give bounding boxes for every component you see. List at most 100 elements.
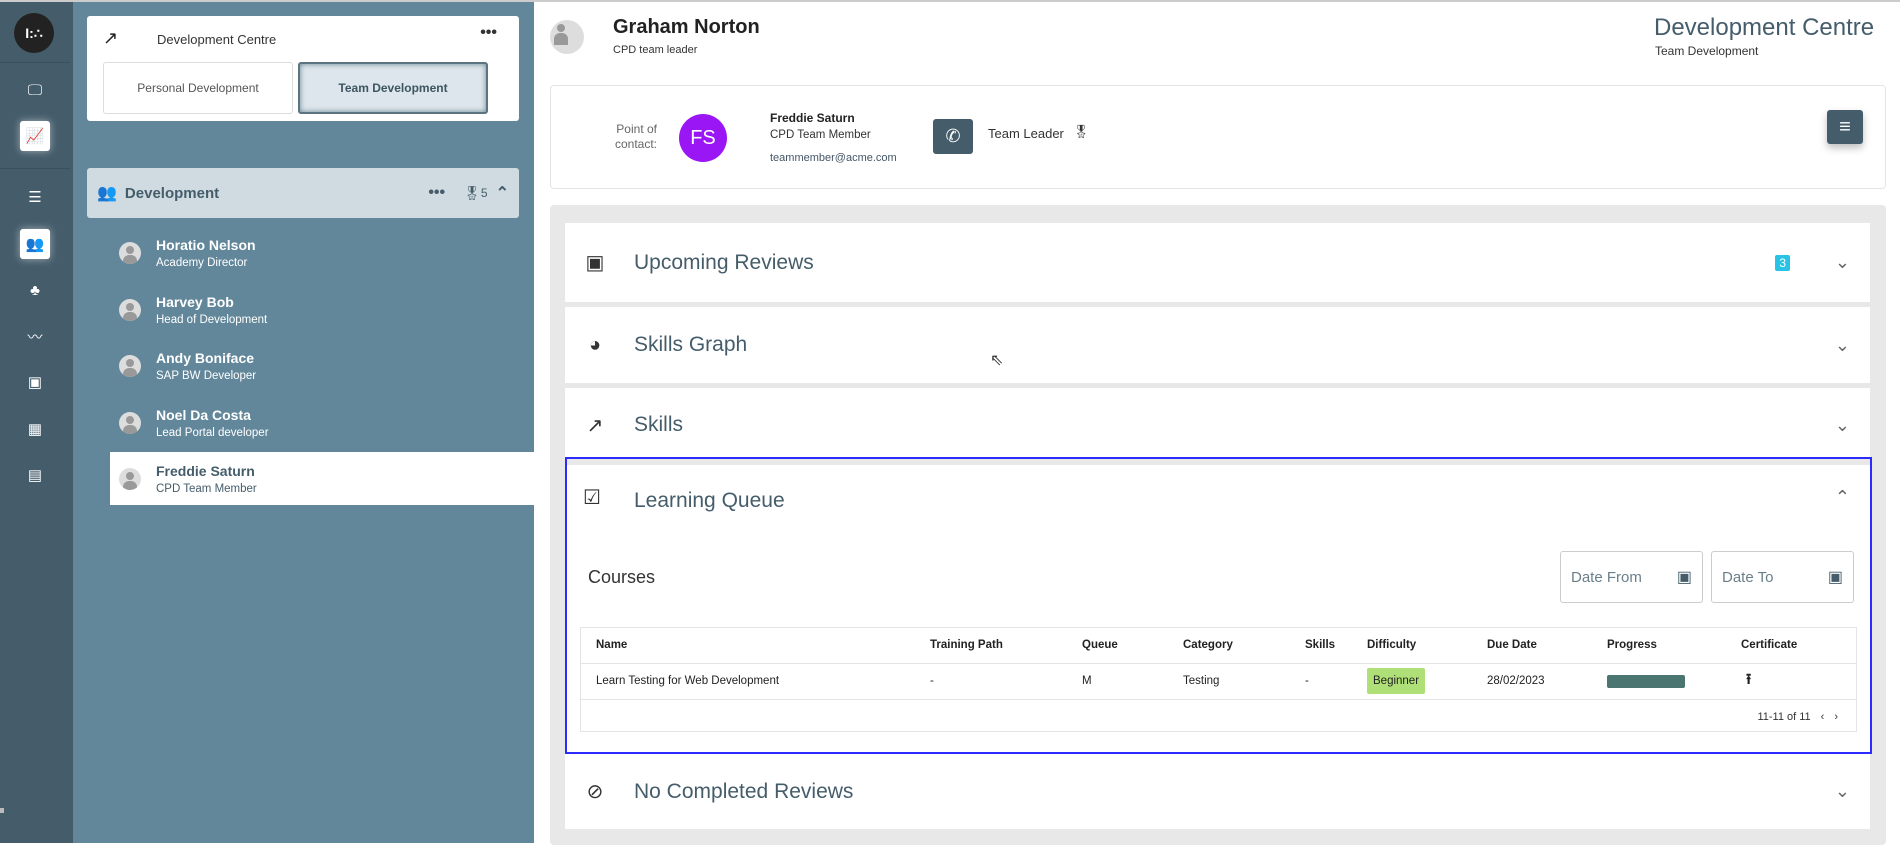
column-header[interactable]: Name bbox=[581, 628, 915, 664]
completed-reviews-panel[interactable]: ⊘ No Completed Reviews ⌄ bbox=[565, 754, 1870, 829]
member-role: Lead Portal developer bbox=[156, 426, 269, 439]
document-icon[interactable]: ▤ bbox=[20, 460, 50, 490]
skills: - bbox=[1290, 663, 1352, 700]
member-name: Freddie Saturn bbox=[156, 462, 255, 479]
column-header[interactable]: Difficulty bbox=[1352, 628, 1472, 664]
column-header[interactable]: Certificate bbox=[1726, 628, 1856, 664]
column-header[interactable]: Category bbox=[1168, 628, 1290, 664]
chevron-down-icon[interactable]: ⌄ bbox=[1835, 415, 1850, 436]
member-name: Harvey Bob bbox=[156, 293, 234, 310]
calendar-icon[interactable]: ▦ bbox=[20, 414, 50, 444]
member-item-selected[interactable]: Freddie Saturn CPD Team Member bbox=[110, 452, 534, 505]
due-date: 28/02/2023 bbox=[1472, 663, 1592, 700]
member-name: Horatio Nelson bbox=[156, 236, 256, 253]
date-from-input[interactable]: Date From ▣ bbox=[1560, 551, 1703, 603]
avatar bbox=[119, 298, 141, 321]
column-header[interactable]: Training Path bbox=[915, 628, 1067, 664]
count-badge: 3 bbox=[1775, 254, 1790, 271]
panel-title: Skills Graph bbox=[634, 333, 748, 356]
calendar-icon[interactable]: ▣ bbox=[1677, 567, 1692, 587]
courses-table: Name Training Path Queue Category Skills… bbox=[580, 627, 1857, 732]
member-role: SAP BW Developer bbox=[156, 369, 257, 382]
group-count: 5 bbox=[480, 186, 488, 200]
skills-panel[interactable]: ↗ Skills ⌄ bbox=[565, 388, 1870, 462]
member-role: Head of Development bbox=[156, 313, 268, 326]
avatar bbox=[119, 411, 141, 434]
table-header-row: Name Training Path Queue Category Skills… bbox=[581, 628, 1856, 664]
pie-chart-icon: ◕ bbox=[588, 333, 602, 356]
member-name: Andy Boniface bbox=[156, 349, 255, 366]
member-item[interactable]: Andy Boniface SAP BW Developer bbox=[110, 339, 534, 392]
chevron-down-icon[interactable]: ⌄ bbox=[1835, 335, 1850, 356]
queue: M bbox=[1067, 663, 1168, 700]
member-item[interactable]: Noel Da Costa Lead Portal developer bbox=[110, 396, 534, 449]
group-name: Development bbox=[124, 184, 220, 202]
progress-fill bbox=[1607, 674, 1685, 688]
chevron-down-icon[interactable]: ⌄ bbox=[1835, 252, 1850, 273]
chevron-up-icon[interactable]: ⌃ bbox=[496, 183, 509, 203]
contact-avatar: FS bbox=[679, 114, 727, 162]
list-icon[interactable]: ☰ bbox=[20, 182, 50, 212]
more-icon[interactable]: ••• bbox=[428, 184, 445, 202]
tab-team-development[interactable]: Team Development bbox=[298, 62, 488, 114]
contact-relation: Team Leader bbox=[988, 126, 1064, 141]
difficulty-badge: Beginner bbox=[1367, 668, 1426, 694]
phone-icon[interactable]: ✆ bbox=[933, 119, 973, 154]
upload-icon[interactable]: ⭱ bbox=[1741, 671, 1751, 688]
chevron-right-icon[interactable]: › bbox=[1834, 711, 1838, 723]
member-role: CPD Team Member bbox=[156, 482, 257, 495]
point-of-contact-card: Point of contact: FS Freddie Saturn CPD … bbox=[550, 85, 1886, 189]
pagination-range: 11-11 of 11 bbox=[1757, 711, 1811, 723]
panel-title: Skills bbox=[634, 413, 684, 436]
org-icon[interactable]: ♣ bbox=[20, 275, 50, 305]
column-header[interactable]: Queue bbox=[1067, 628, 1168, 664]
presentation-icon[interactable]: 🖵 bbox=[20, 75, 50, 105]
chevron-up-icon[interactable]: ⌃ bbox=[1835, 487, 1850, 508]
medal-icon: 🎖 bbox=[1073, 124, 1090, 139]
courses-title: Courses bbox=[588, 567, 656, 587]
user-role: CPD team leader bbox=[613, 44, 698, 56]
column-header[interactable]: Progress bbox=[1592, 628, 1726, 664]
team-icon[interactable]: 👥 bbox=[20, 229, 50, 259]
group-header[interactable]: 👥 Development ••• 🎖 5 ⌃ bbox=[87, 168, 519, 218]
mouse-cursor: ⇖ bbox=[990, 352, 1004, 369]
table-row[interactable]: Learn Testing for Web Development - M Te… bbox=[581, 663, 1856, 700]
app-title: Development Centre bbox=[1654, 14, 1875, 41]
menu-button[interactable]: ≡ bbox=[1827, 110, 1863, 144]
chevron-left-icon[interactable]: ‹ bbox=[1821, 711, 1825, 723]
contact-label: Point of contact: bbox=[614, 122, 657, 151]
date-to-placeholder: Date To bbox=[1722, 568, 1774, 586]
more-icon[interactable]: ••• bbox=[480, 24, 497, 42]
member-item[interactable]: Horatio Nelson Academy Director bbox=[110, 226, 534, 279]
tab-personal-development[interactable]: Personal Development bbox=[103, 62, 293, 114]
column-header[interactable]: Due Date bbox=[1472, 628, 1592, 664]
date-to-input[interactable]: Date To ▣ bbox=[1711, 551, 1854, 603]
app-logo[interactable]: I:∴ bbox=[14, 13, 54, 53]
certificate-cell: ⭱ bbox=[1726, 663, 1856, 700]
chevron-down-icon[interactable]: ⌄ bbox=[1835, 781, 1850, 802]
avatar bbox=[119, 354, 141, 377]
member-item[interactable]: Harvey Bob Head of Development bbox=[110, 283, 534, 336]
training-path: - bbox=[915, 663, 1067, 700]
medal-icon: 🎖 bbox=[463, 184, 481, 201]
app-subtitle: Team Development bbox=[1655, 44, 1759, 58]
calendar-icon[interactable]: ▣ bbox=[1828, 567, 1843, 587]
trend-icon: ↗ bbox=[103, 28, 119, 48]
divider bbox=[0, 62, 70, 63]
blocked-icon: ⊘ bbox=[586, 781, 604, 803]
course-name[interactable]: Learn Testing for Web Development bbox=[581, 663, 915, 700]
contact-role: CPD Team Member bbox=[770, 129, 871, 141]
event-icon[interactable]: ▣ bbox=[20, 367, 50, 397]
checklist-icon: ☑ bbox=[583, 487, 601, 509]
contact-email[interactable]: teammember@acme.com bbox=[770, 152, 897, 164]
column-header[interactable]: Skills bbox=[1290, 628, 1352, 664]
contact-name: Freddie Saturn bbox=[770, 111, 855, 125]
trend-icon[interactable]: 〰 bbox=[20, 321, 50, 351]
learning-queue-panel: ☑ Learning Queue ⌃ Courses Date From ▣ Da… bbox=[565, 457, 1872, 754]
upcoming-reviews-panel[interactable]: ▣ Upcoming Reviews 3 ⌄ bbox=[565, 223, 1870, 302]
panel-title: No Completed Reviews bbox=[634, 779, 854, 803]
skills-graph-panel[interactable]: ◕ Skills Graph ⌄ bbox=[565, 307, 1870, 383]
member-name: Noel Da Costa bbox=[156, 406, 251, 423]
scroll-marker bbox=[0, 808, 4, 813]
chart-icon[interactable]: 📈 bbox=[20, 121, 50, 151]
